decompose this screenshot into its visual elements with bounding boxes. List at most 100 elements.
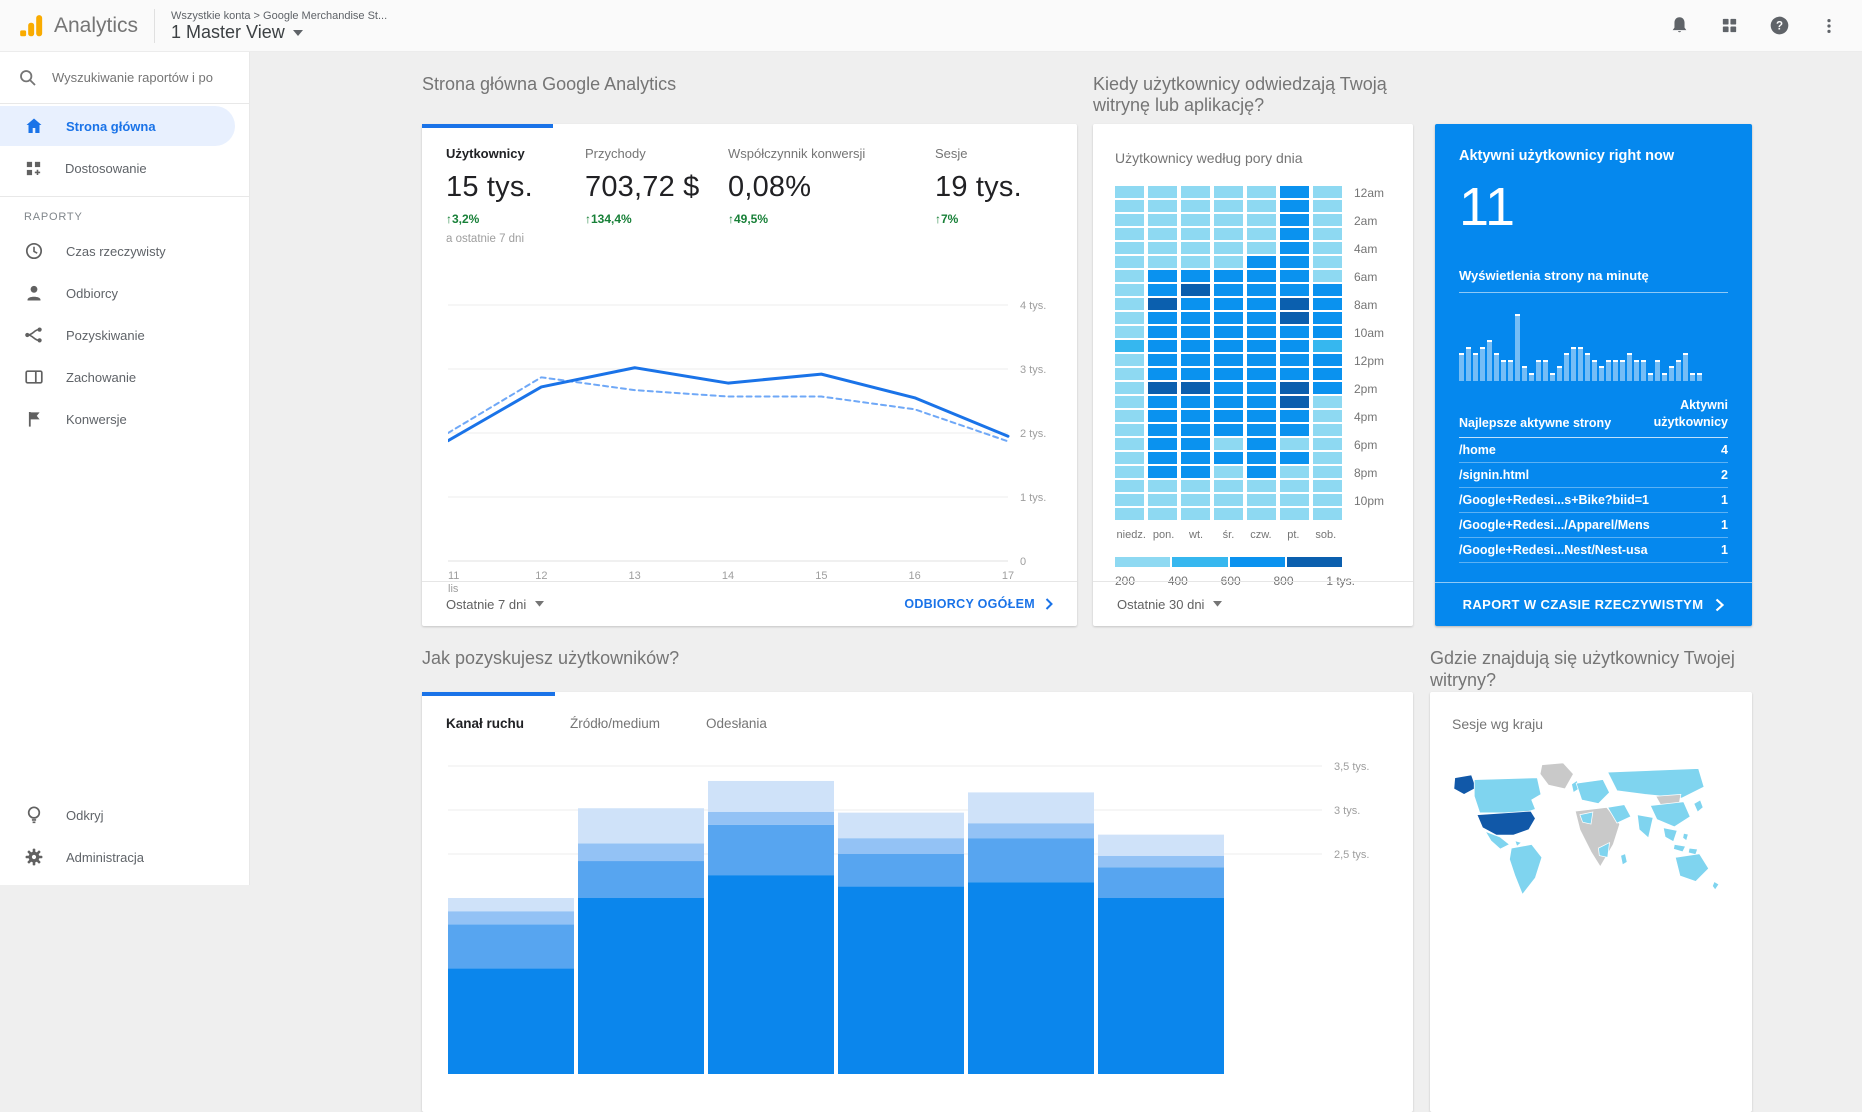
metric-revenue[interactable]: Przychody 703,72 $ ↑134,4%	[585, 146, 728, 245]
heatmap-cell	[1247, 466, 1276, 478]
heatmap-cell	[1247, 326, 1276, 338]
legend-band	[1287, 557, 1342, 567]
heatmap-cell	[1280, 186, 1309, 198]
svg-text:3 tys.: 3 tys.	[1334, 805, 1360, 817]
table-row[interactable]: /Google+Redesi...s+Bike?biid=1 1	[1459, 488, 1728, 513]
heatmap-cell	[1148, 228, 1177, 240]
svg-text:3,5 tys.: 3,5 tys.	[1334, 761, 1369, 773]
sidebar-item-realtime[interactable]: Czas rzeczywisty	[0, 231, 235, 271]
sidebar-item-conversions[interactable]: Konwersje	[0, 399, 235, 439]
table-row[interactable]: /Google+Redesi.../Apparel/Mens 1	[1459, 513, 1728, 538]
heatmap-cell	[1247, 410, 1276, 422]
heatmap-cell	[1181, 396, 1210, 408]
heatmap-cell	[1214, 508, 1243, 520]
world-map	[1452, 756, 1730, 906]
tab-traffic-channel[interactable]: Kanał ruchu	[446, 716, 524, 731]
heatmap-cell	[1115, 480, 1144, 492]
date-range-selector[interactable]: Ostatnie 30 dni	[1117, 597, 1222, 612]
sparkline-bar	[1683, 353, 1688, 381]
heatmap-cell	[1148, 480, 1177, 492]
day-label: pon.	[1147, 529, 1179, 541]
tab-source-medium[interactable]: Źródło/medium	[570, 716, 660, 731]
heatmap-cell	[1280, 494, 1309, 506]
sparkline-bar	[1613, 360, 1618, 382]
heatmap-cell	[1181, 298, 1210, 310]
heatmap-cell	[1181, 256, 1210, 268]
sparkline-bar	[1501, 360, 1506, 382]
heatmap-cell	[1214, 396, 1243, 408]
tab-referrals[interactable]: Odesłania	[706, 716, 767, 731]
geo-card: Sesje wg kraju	[1430, 692, 1752, 1112]
heatmap-cell	[1181, 186, 1210, 198]
sidebar-item-behavior[interactable]: Zachowanie	[0, 357, 235, 397]
heatmap-cell	[1148, 466, 1177, 478]
sidebar-item-home[interactable]: Strona główna	[0, 106, 235, 146]
breadcrumb: Wszystkie konta > Google Merchandise St.…	[171, 10, 387, 22]
audience-overview-link[interactable]: ODBIORCY OGÓŁEM	[904, 597, 1053, 611]
help-icon[interactable]: ?	[1769, 15, 1790, 36]
heatmap-cell	[1247, 382, 1276, 394]
heatmap-cell	[1313, 410, 1342, 422]
heatmap-cell	[1115, 410, 1144, 422]
page-path: /Google+Redesi...s+Bike?biid=1	[1459, 493, 1649, 507]
time-of-day-card: Użytkownicy według pory dnia 12am2am4am6…	[1093, 124, 1413, 626]
more-vert-icon[interactable]	[1820, 17, 1838, 35]
account-switcher[interactable]: Wszystkie konta > Google Merchandise St.…	[171, 8, 387, 43]
sidebar-item-discover[interactable]: Odkryj	[0, 795, 235, 835]
heatmap-cell	[1247, 242, 1276, 254]
section-headers-bottom: Jak pozyskujesz użytkowników? Gdzie znaj…	[422, 648, 1752, 692]
heatmap-cell	[1181, 228, 1210, 240]
heatmap-cell	[1214, 298, 1243, 310]
realtime-report-link[interactable]: RAPORT W CZASIE RZECZYWISTYM	[1435, 582, 1752, 626]
metric-users[interactable]: Użytkownicy 15 tys. ↑3,2% a ostatnie 7 d…	[446, 146, 585, 245]
heatmap-cell	[1247, 186, 1276, 198]
table-row[interactable]: /Google+Redesi...Nest/Nest-usa 1	[1459, 538, 1728, 563]
acquisition-section-title: Jak pozyskujesz użytkowników?	[422, 648, 1413, 669]
day-label: niedz.	[1115, 529, 1147, 541]
heatmap-cell	[1280, 228, 1309, 240]
heatmap-cell	[1280, 270, 1309, 282]
section-headers-top: Strona główna Google Analytics Kiedy uży…	[422, 74, 1752, 116]
sparkline-bar	[1606, 360, 1611, 382]
apps-grid-icon[interactable]	[1720, 16, 1739, 35]
hour-label: 12am	[1354, 186, 1384, 214]
heatmap-cell	[1313, 312, 1342, 324]
heatmap-cell	[1181, 494, 1210, 506]
overview-card-footer: Ostatnie 7 dni ODBIORCY OGÓŁEM	[422, 581, 1077, 626]
acquisition-icon	[24, 325, 44, 345]
dropdown-caret-icon	[535, 601, 544, 607]
sidebar-item-admin[interactable]: Administracja	[0, 837, 235, 877]
heatmap-cell	[1115, 214, 1144, 226]
heatmap-cell	[1313, 200, 1342, 212]
active-users-value: 1	[1721, 543, 1728, 557]
sidebar-item-audience[interactable]: Odbiorcy	[0, 273, 235, 313]
hour-label: 12pm	[1354, 354, 1384, 382]
heatmap-cell	[1214, 242, 1243, 254]
heatmap-cell	[1181, 242, 1210, 254]
sidebar-item-customization[interactable]: Dostosowanie	[0, 148, 235, 188]
heatmap-cell	[1247, 480, 1276, 492]
heatmap-cell	[1115, 200, 1144, 212]
metric-sessions[interactable]: Sesje 19 tys. ↑7%	[935, 146, 1022, 245]
date-range-selector[interactable]: Ostatnie 7 dni	[446, 597, 544, 612]
heatmap-cell	[1115, 326, 1144, 338]
notifications-bell-icon[interactable]	[1669, 15, 1690, 36]
heatmap-cell	[1247, 508, 1276, 520]
table-row[interactable]: /home 4	[1459, 438, 1728, 463]
heatmap-cell	[1214, 228, 1243, 240]
heatmap-cell	[1247, 396, 1276, 408]
page-path: /signin.html	[1459, 468, 1529, 482]
heatmap-cell	[1280, 396, 1309, 408]
metric-conversion-rate[interactable]: Współczynnik konwersji 0,08% ↑49,5%	[728, 146, 935, 245]
heatmap-cell	[1313, 242, 1342, 254]
heatmap-cell	[1280, 480, 1309, 492]
heatmap-hour-labels: 12am2am4am6am8am10am12pm2pm4pm6pm8pm10pm	[1354, 186, 1384, 522]
heatmap-cell	[1313, 270, 1342, 282]
sparkline-bar	[1599, 366, 1604, 381]
sidebar-item-acquisition[interactable]: Pozyskiwanie	[0, 315, 235, 355]
search-input[interactable]	[52, 70, 230, 85]
day-label: pt.	[1277, 529, 1309, 541]
table-row[interactable]: /signin.html 2	[1459, 463, 1728, 488]
sparkline-bar	[1620, 360, 1625, 382]
active-tab-indicator	[422, 692, 555, 696]
